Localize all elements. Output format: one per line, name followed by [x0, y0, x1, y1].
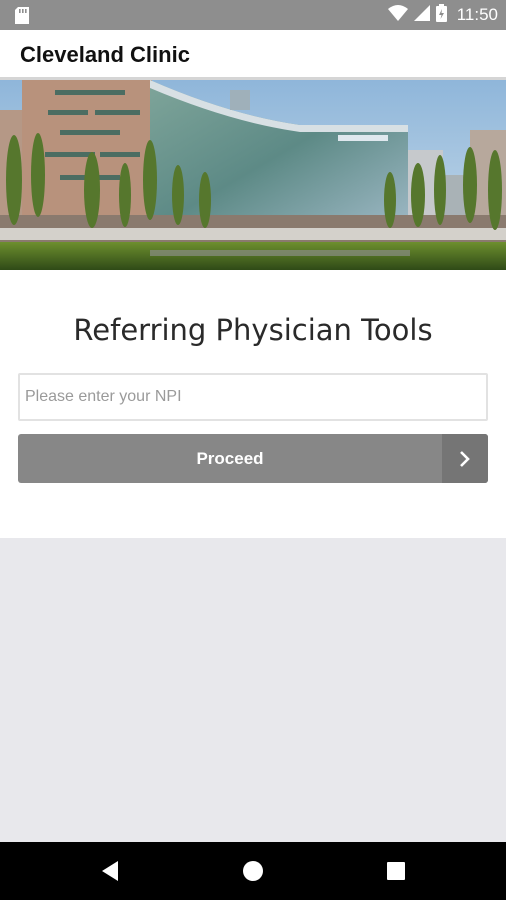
recents-icon — [387, 862, 405, 880]
recents-button[interactable] — [366, 842, 426, 900]
npi-input[interactable] — [18, 373, 488, 421]
chevron-right-icon — [460, 451, 470, 467]
sd-card-icon — [14, 7, 30, 29]
home-button[interactable] — [223, 842, 283, 900]
home-icon — [243, 861, 263, 881]
back-button[interactable] — [80, 842, 140, 900]
system-nav-bar — [0, 842, 506, 900]
battery-icon — [435, 3, 447, 27]
page-title: Referring Physician Tools — [73, 313, 433, 347]
status-time: 11:50 — [456, 5, 498, 24]
status-bar: 11:50 — [0, 0, 506, 30]
status-icons: 11:50 — [387, 0, 498, 30]
proceed-button-label: Proceed — [196, 449, 264, 468]
wifi-icon — [387, 4, 408, 26]
proceed-chevron-area — [442, 434, 488, 483]
hero-image — [0, 80, 506, 270]
back-icon — [102, 861, 118, 881]
app-title: Cleveland Clinic — [20, 42, 190, 67]
content-card: Referring Physician Tools Proceed — [0, 270, 506, 538]
signal-icon — [413, 4, 430, 26]
hospital-building-photo — [0, 80, 506, 270]
proceed-button[interactable]: Proceed — [18, 434, 488, 483]
app-bar: Cleveland Clinic — [0, 30, 506, 80]
